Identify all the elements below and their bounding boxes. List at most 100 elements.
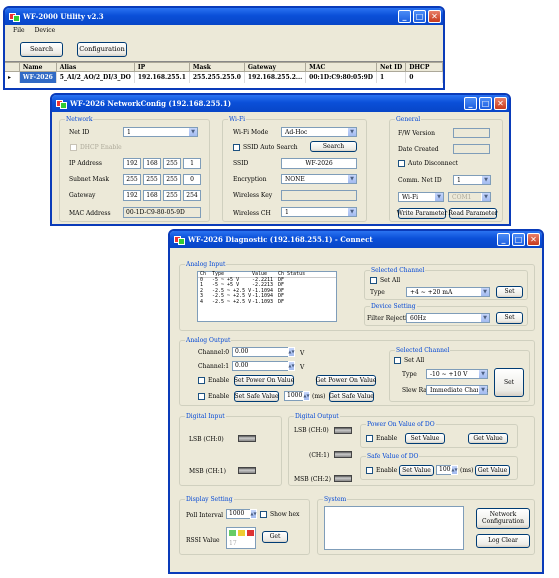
wireless-ch-value: 1 xyxy=(285,208,289,216)
list-item[interactable]: 4 -2.5 ~ +2.5 V -1.1093 DF xyxy=(198,299,336,306)
filter-set-button[interactable]: Set xyxy=(496,312,523,324)
ao-safe-enable-checkbox[interactable] xyxy=(198,393,205,400)
slew-rate-select[interactable]: Immediate Change ▼ xyxy=(426,385,488,395)
ao-ch0-spinner[interactable]: ▲▼ xyxy=(288,347,295,357)
do-pov-get-value-button[interactable]: Get Value xyxy=(468,433,508,444)
poll-interval-input[interactable]: 1000 xyxy=(226,509,251,519)
do-safe-get-value-button[interactable]: Get Value xyxy=(475,465,510,476)
col-gateway[interactable]: Gateway xyxy=(243,62,307,72)
close-icon[interactable]: ✕ xyxy=(428,10,441,23)
ao-get-safe-value-button[interactable]: Get Safe Value xyxy=(329,391,374,402)
ao-ch1-spinner[interactable]: ▲▼ xyxy=(288,361,295,371)
filter-rejection-select[interactable]: 60Hz ▼ xyxy=(406,313,490,323)
minimize-icon[interactable]: _ xyxy=(497,233,510,246)
dhcp-checkbox[interactable] xyxy=(70,144,77,151)
do-pov-enable-checkbox[interactable] xyxy=(366,435,373,442)
cell-name: WF-2026 xyxy=(19,71,57,83)
do-safe-set-value-button[interactable]: Set Value xyxy=(399,465,434,476)
table-row[interactable]: ▸ WF-2026 5_AI/2_AO/2_DI/3_DO 192.168.255.1… xyxy=(5,71,443,83)
minimize-icon[interactable]: _ xyxy=(464,97,477,110)
ao-ch1-input[interactable]: 0.00 xyxy=(232,361,289,371)
close-icon[interactable]: ✕ xyxy=(527,233,540,246)
mask-octet-1[interactable]: 255 xyxy=(123,174,141,185)
do-ch2-led-icon[interactable] xyxy=(334,475,352,482)
ip-octet-3[interactable]: 255 xyxy=(163,158,181,169)
menu-device[interactable]: Device xyxy=(35,27,56,34)
do-ch1-led-icon[interactable] xyxy=(334,451,352,458)
read-parameter-button[interactable]: Read Parameter xyxy=(448,208,498,219)
do-power-on-group: Power On Value of DO Enable Set Value Ge… xyxy=(360,421,518,448)
do-pov-set-value-button[interactable]: Set Value xyxy=(405,433,445,444)
close-icon[interactable]: ✕ xyxy=(494,97,507,110)
search-button[interactable]: Search xyxy=(20,42,63,57)
do-safe-value-input[interactable]: 1000 xyxy=(436,465,452,475)
maximize-icon[interactable]: □ xyxy=(512,233,525,246)
rssi-get-button[interactable]: Get xyxy=(262,531,288,543)
set-power-on-value-button[interactable]: Set Power On Value xyxy=(234,375,294,386)
configuration-button[interactable]: Configuration xyxy=(77,42,127,57)
app-icon xyxy=(56,99,67,109)
write-parameter-button[interactable]: Write Parameter xyxy=(397,208,447,219)
do-ch0-led-icon[interactable] xyxy=(334,427,352,434)
show-hex-checkbox[interactable] xyxy=(260,511,267,518)
ao-set-safe-value-button[interactable]: Set Safe Value xyxy=(234,391,279,402)
ao-safe-value-input[interactable]: 1000 xyxy=(284,391,304,401)
ao-pov-enable-checkbox[interactable] xyxy=(198,377,205,384)
wireless-ch-select[interactable]: 1 ▼ xyxy=(281,207,357,217)
maximize-icon[interactable]: □ xyxy=(479,97,492,110)
col-netid[interactable]: Net ID xyxy=(376,62,407,72)
mask-octet-3[interactable]: 255 xyxy=(163,174,181,185)
ai-channel-list[interactable]: Ch Type Value Ch Status 0 -5 ~ +5 V -2.2211 DF… xyxy=(197,271,337,322)
system-log[interactable] xyxy=(324,506,464,550)
col-name[interactable]: Name xyxy=(18,62,57,72)
gw-octet-1[interactable]: 192 xyxy=(123,190,141,201)
auto-disconnect-checkbox[interactable] xyxy=(398,160,405,167)
col-alias[interactable]: Alias xyxy=(55,62,135,72)
col-dhcp[interactable]: DHCP xyxy=(405,62,443,72)
diagnostic-titlebar[interactable]: WF-2026 Diagnostic (192.168.255.1) - Con… xyxy=(170,231,542,248)
utility-titlebar[interactable]: WF-2000 Utility v2.3 _ □ ✕ xyxy=(5,8,443,25)
ao-selected-channel-label: Selected Channel xyxy=(395,347,451,354)
net-id-select[interactable]: 1 ▼ xyxy=(123,127,198,137)
do-ms-label: (ms) xyxy=(460,467,474,474)
port-type-select[interactable]: Wi-Fi ▼ xyxy=(398,192,444,202)
maximize-icon[interactable]: □ xyxy=(413,10,426,23)
ip-octet-4[interactable]: 1 xyxy=(183,158,201,169)
menu-file[interactable]: File xyxy=(13,27,25,34)
wifi-mode-select[interactable]: Ad-Hoc ▼ xyxy=(281,127,357,137)
ao-ch0-input[interactable]: 0.00 xyxy=(232,347,289,357)
do-safe-spinner[interactable]: ▲▼ xyxy=(451,465,458,475)
gw-octet-2[interactable]: 168 xyxy=(143,190,161,201)
network-configuration-button[interactable]: Network Configuration xyxy=(476,508,530,529)
col-mask[interactable]: Mask xyxy=(188,62,245,72)
minimize-icon[interactable]: _ xyxy=(398,10,411,23)
ao-set-button[interactable]: Set xyxy=(494,368,524,397)
get-power-on-value-button[interactable]: Get Power On Value xyxy=(316,375,376,386)
ip-octet-1[interactable]: 192 xyxy=(123,158,141,169)
netconfig-titlebar[interactable]: WF-2026 NetworkConfig (192.168.255.1) _ □… xyxy=(52,95,509,112)
mac-label: MAC Address xyxy=(69,210,111,217)
system-group: System Network Configuration Log Clear xyxy=(317,496,535,555)
ai-type-set-button[interactable]: Set xyxy=(496,286,523,298)
log-clear-button[interactable]: Log Clear xyxy=(476,534,530,548)
ssid-auto-checkbox[interactable] xyxy=(233,144,240,151)
comm-net-id-select[interactable]: 1 ▼ xyxy=(453,175,491,185)
encryption-select[interactable]: NONE ▼ xyxy=(281,174,357,184)
ao-type-select[interactable]: -10 ~ +10 V ▼ xyxy=(426,369,488,379)
general-group: General F/W Version Date Created Auto Di… xyxy=(389,116,503,222)
poll-interval-spinner[interactable]: ▲▼ xyxy=(250,509,257,519)
ao-safe-spinner[interactable]: ▲▼ xyxy=(303,391,310,401)
mask-octet-2[interactable]: 255 xyxy=(143,174,161,185)
ssid-search-button[interactable]: Search xyxy=(310,141,357,152)
gw-octet-3[interactable]: 255 xyxy=(163,190,181,201)
ip-octet-2[interactable]: 168 xyxy=(143,158,161,169)
ssid-input[interactable]: WF-2026 xyxy=(281,158,357,169)
col-ip[interactable]: IP xyxy=(133,62,190,72)
ai-type-select[interactable]: +4 ~ +20 mA ▼ xyxy=(406,287,490,297)
col-mac[interactable]: MAC xyxy=(305,62,378,72)
gw-octet-4[interactable]: 254 xyxy=(183,190,201,201)
ai-set-all-checkbox[interactable] xyxy=(370,277,377,284)
ao-set-all-checkbox[interactable] xyxy=(394,357,401,364)
mask-octet-4[interactable]: 0 xyxy=(183,174,201,185)
do-safe-enable-checkbox[interactable] xyxy=(366,467,373,474)
